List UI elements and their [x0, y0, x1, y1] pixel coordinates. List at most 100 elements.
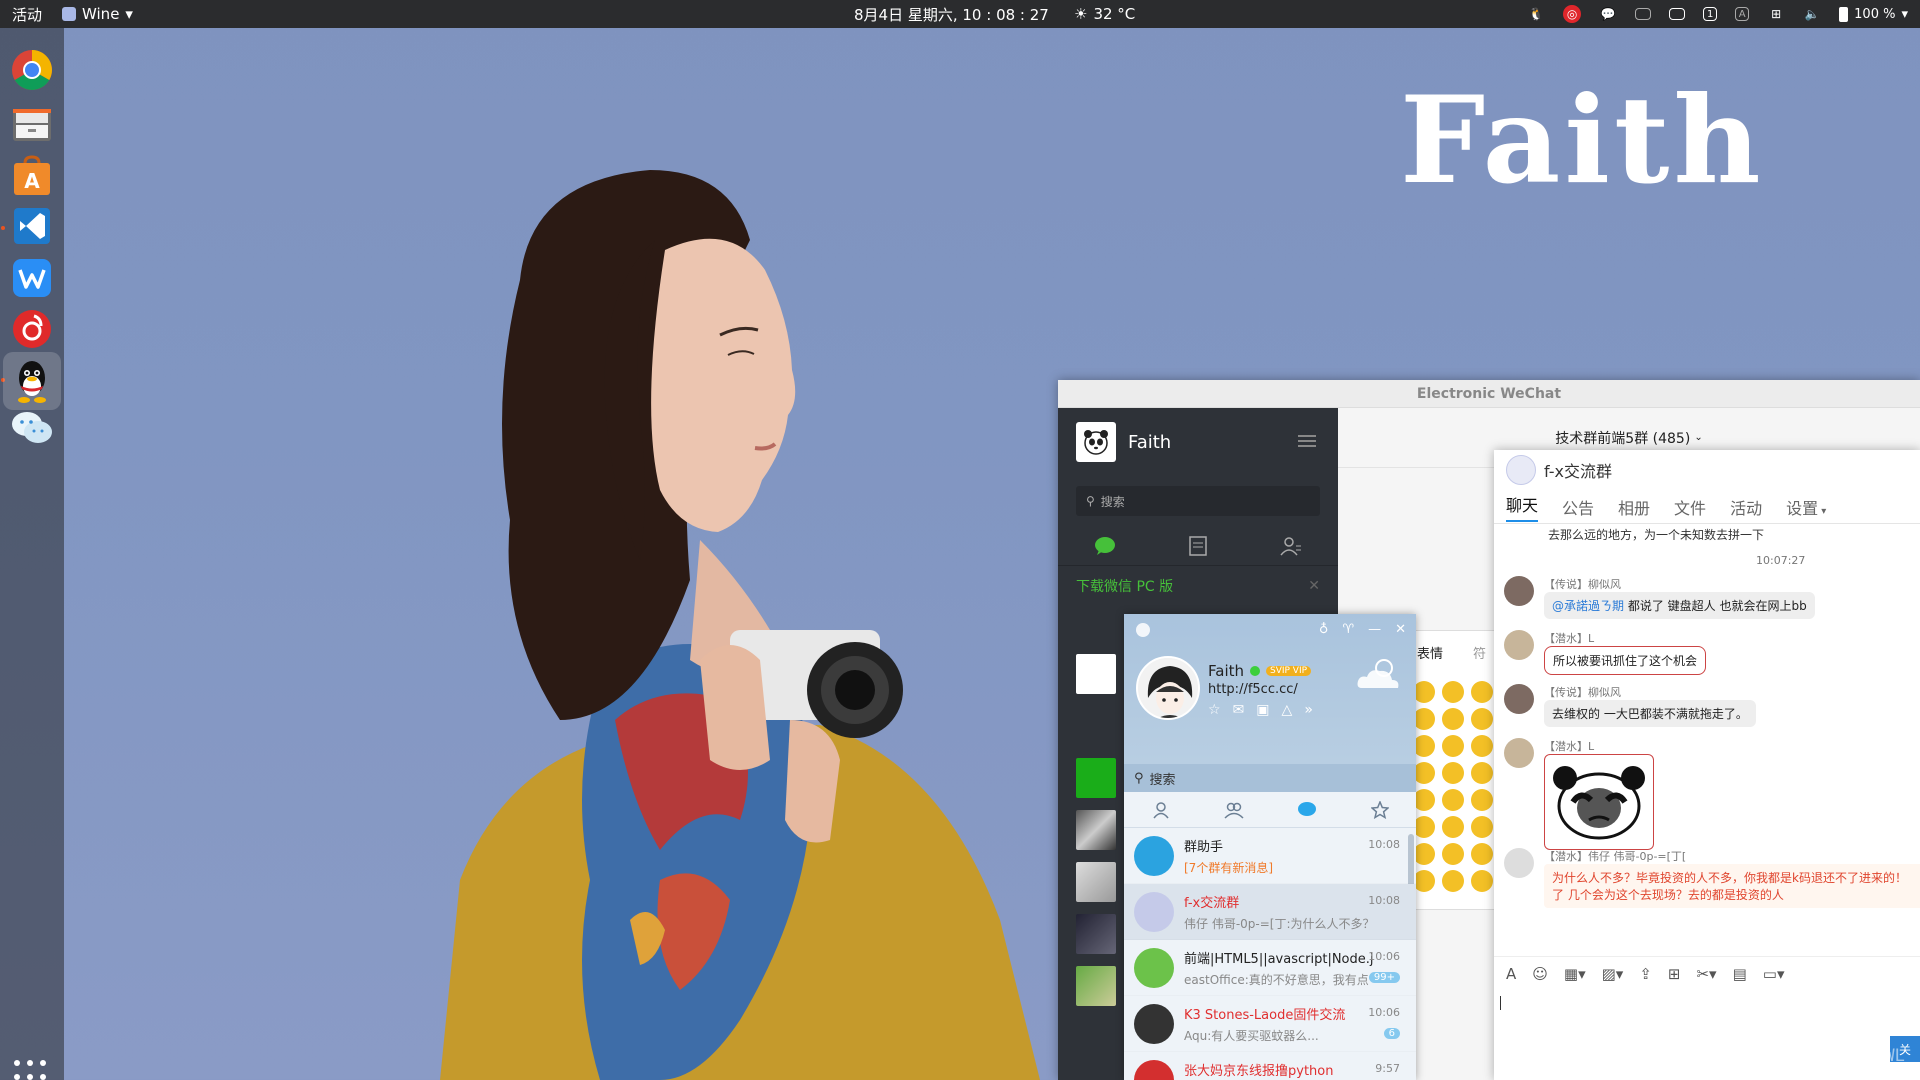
- file-transfer-thumbnail[interactable]: [1076, 758, 1116, 798]
- qq-launcher[interactable]: [3, 352, 61, 410]
- emoji-icon[interactable]: [1471, 762, 1493, 784]
- emoji-icon[interactable]: [1442, 708, 1464, 730]
- close-icon[interactable]: ✕: [1395, 622, 1406, 637]
- sender-name[interactable]: 【潜水】伟仔 伟哥-0p-=[丁[: [1544, 848, 1686, 864]
- tab-contacts[interactable]: [1151, 800, 1171, 820]
- workspace-1-icon[interactable]: 1: [1703, 7, 1718, 21]
- message-bubble[interactable]: 去维权的 一大巴都装不满就拖走了。: [1544, 700, 1756, 727]
- sender-name[interactable]: 【传说】柳似风: [1544, 684, 1621, 700]
- upload-icon[interactable]: ⇪: [1639, 965, 1652, 983]
- avatar[interactable]: [1134, 891, 1174, 932]
- chat-thumbnail[interactable]: [1076, 966, 1116, 1006]
- conversation-item[interactable]: 张大妈京东线报撸python饿了么渣渣工程师:.....9:5799+: [1124, 1052, 1416, 1080]
- screen-share-icon[interactable]: ▭▾: [1763, 965, 1785, 983]
- chat-thumbnail[interactable]: [1076, 654, 1116, 694]
- avatar[interactable]: [1504, 576, 1534, 606]
- emoji-icon[interactable]: [1413, 762, 1435, 784]
- contacts-icon[interactable]: [1280, 536, 1302, 556]
- download-pc-banner[interactable]: 下载微信 PC 版 ✕: [1058, 566, 1338, 606]
- emoji-icon[interactable]: [1413, 843, 1435, 865]
- scissors-icon[interactable]: ✂▾: [1696, 965, 1716, 983]
- message-input[interactable]: 关: [1494, 990, 1920, 1080]
- workspace-a-icon[interactable]: A: [1735, 7, 1750, 21]
- files-launcher[interactable]: [8, 100, 56, 148]
- emoji-icon[interactable]: [1413, 789, 1435, 811]
- conversation-item[interactable]: 群助手 [7个群有新消息] 10:08: [1124, 828, 1416, 884]
- sender-name[interactable]: 【传说】柳似风: [1544, 576, 1621, 592]
- space-icon[interactable]: ▣: [1256, 702, 1269, 718]
- sticker-image[interactable]: [1544, 754, 1654, 850]
- conversation-item[interactable]: 前端|HTML5||avascript|Node.js eastOffice:真的…: [1124, 940, 1416, 996]
- chrome-launcher[interactable]: [8, 46, 56, 94]
- battery-indicator[interactable]: 100 % ▾: [1839, 6, 1908, 22]
- network-icon[interactable]: ⊞: [1767, 5, 1785, 23]
- wechat-titlebar[interactable]: Electronic WeChat: [1058, 380, 1920, 408]
- emoji-icon[interactable]: [1442, 735, 1464, 757]
- warning-icon[interactable]: △: [1282, 702, 1293, 718]
- emoji-icon[interactable]: [1413, 870, 1435, 892]
- emoji-icon[interactable]: [1471, 870, 1493, 892]
- avatar[interactable]: [1504, 684, 1534, 714]
- avatar[interactable]: [1504, 738, 1534, 768]
- archive-icon[interactable]: ▤: [1733, 965, 1747, 983]
- qq-signature[interactable]: http://f5cc.cc/: [1208, 682, 1298, 697]
- close-icon[interactable]: ✕: [1308, 578, 1320, 594]
- emoji-icon[interactable]: [1442, 843, 1464, 865]
- group-avatar[interactable]: [1506, 455, 1536, 485]
- avatar[interactable]: [1134, 1003, 1174, 1044]
- weather-indicator[interactable]: ☀ 32 °C: [1074, 5, 1135, 23]
- wechat-profile[interactable]: Faith: [1058, 408, 1338, 476]
- mail-icon[interactable]: ✉: [1233, 702, 1245, 718]
- tab-files[interactable]: 文件: [1674, 495, 1706, 519]
- chat-thumbnail[interactable]: [1076, 810, 1116, 850]
- avatar[interactable]: [1136, 656, 1200, 720]
- emoji-icon[interactable]: [1413, 816, 1435, 838]
- skin-icon[interactable]: ♁: [1319, 622, 1329, 637]
- font-icon[interactable]: A: [1506, 965, 1516, 983]
- software-center-launcher[interactable]: A: [8, 152, 56, 200]
- emoji-icon[interactable]: [1413, 708, 1435, 730]
- avatar[interactable]: [1134, 835, 1174, 876]
- qq-tray-icon[interactable]: 🐧: [1527, 5, 1545, 23]
- emoji-icon[interactable]: [1442, 681, 1464, 703]
- qq-nickname[interactable]: Faith: [1208, 662, 1244, 680]
- tab-chat[interactable]: 聊天: [1506, 492, 1539, 522]
- emoji-icon[interactable]: [1471, 816, 1493, 838]
- emoji-icon[interactable]: [1471, 843, 1493, 865]
- emoji-icon[interactable]: [1413, 735, 1435, 757]
- emoji-icon[interactable]: [1442, 870, 1464, 892]
- chat-thumbnail[interactable]: [1076, 914, 1116, 954]
- emoji-icon[interactable]: [1471, 789, 1493, 811]
- clock[interactable]: 8月4日 星期六, 10 : 08 : 27: [854, 4, 1049, 25]
- online-status-icon[interactable]: [1250, 666, 1260, 676]
- keyboard-tray-icon[interactable]: [1635, 8, 1652, 20]
- netease-music-launcher[interactable]: [8, 305, 56, 353]
- chat-thumbnail[interactable]: [1076, 706, 1116, 746]
- sender-name[interactable]: 【潜水】L: [1544, 630, 1594, 646]
- emoji-tab[interactable]: 表情: [1417, 643, 1443, 662]
- app-menu[interactable]: Wine ▾: [62, 5, 133, 23]
- star-icon[interactable]: ☆: [1208, 702, 1221, 718]
- wechat-launcher[interactable]: [8, 404, 56, 452]
- emoji-icon[interactable]: [1471, 708, 1493, 730]
- gif-icon[interactable]: ▦▾: [1564, 965, 1586, 983]
- emoji-icon[interactable]: [1471, 735, 1493, 757]
- emoji-icon[interactable]: [1471, 681, 1493, 703]
- emoji-icon[interactable]: [1442, 762, 1464, 784]
- tab-announcement[interactable]: 公告: [1562, 495, 1594, 519]
- message-bubble[interactable]: 为什么人不多？毕竟投资的人不多，你我都是k码退还不了进来的！了 几个会为这个去现…: [1544, 864, 1920, 908]
- vip-badge[interactable]: SVIP VIP: [1266, 666, 1312, 676]
- activities-button[interactable]: 活动: [12, 4, 42, 25]
- conversation-item[interactable]: f-x交流群伟仔 伟哥-0p-=[丁:为什么人不多？毕竟10:08: [1124, 884, 1416, 940]
- message-bubble[interactable]: @承諾過ㄋ期 都说了 键盘超人 也就会在网上bb: [1544, 592, 1815, 619]
- shirt-icon[interactable]: ♈: [1342, 622, 1354, 637]
- articles-icon[interactable]: [1189, 535, 1207, 556]
- tab-messages[interactable]: [1297, 800, 1317, 820]
- conversation-item[interactable]: K3 Stones-Laode固件交流 Aqu:有人要买驱蚊器么... 10:06 6: [1124, 996, 1416, 1052]
- message-bubble[interactable]: 所以被要讯抓住了这个机会: [1544, 646, 1707, 675]
- search-input[interactable]: ⚲ 搜索: [1076, 486, 1320, 516]
- emoji-icon[interactable]: [1442, 816, 1464, 838]
- weather-cloud-icon[interactable]: [1354, 654, 1404, 694]
- avatar[interactable]: [1076, 422, 1116, 462]
- vscode-launcher[interactable]: [8, 202, 56, 250]
